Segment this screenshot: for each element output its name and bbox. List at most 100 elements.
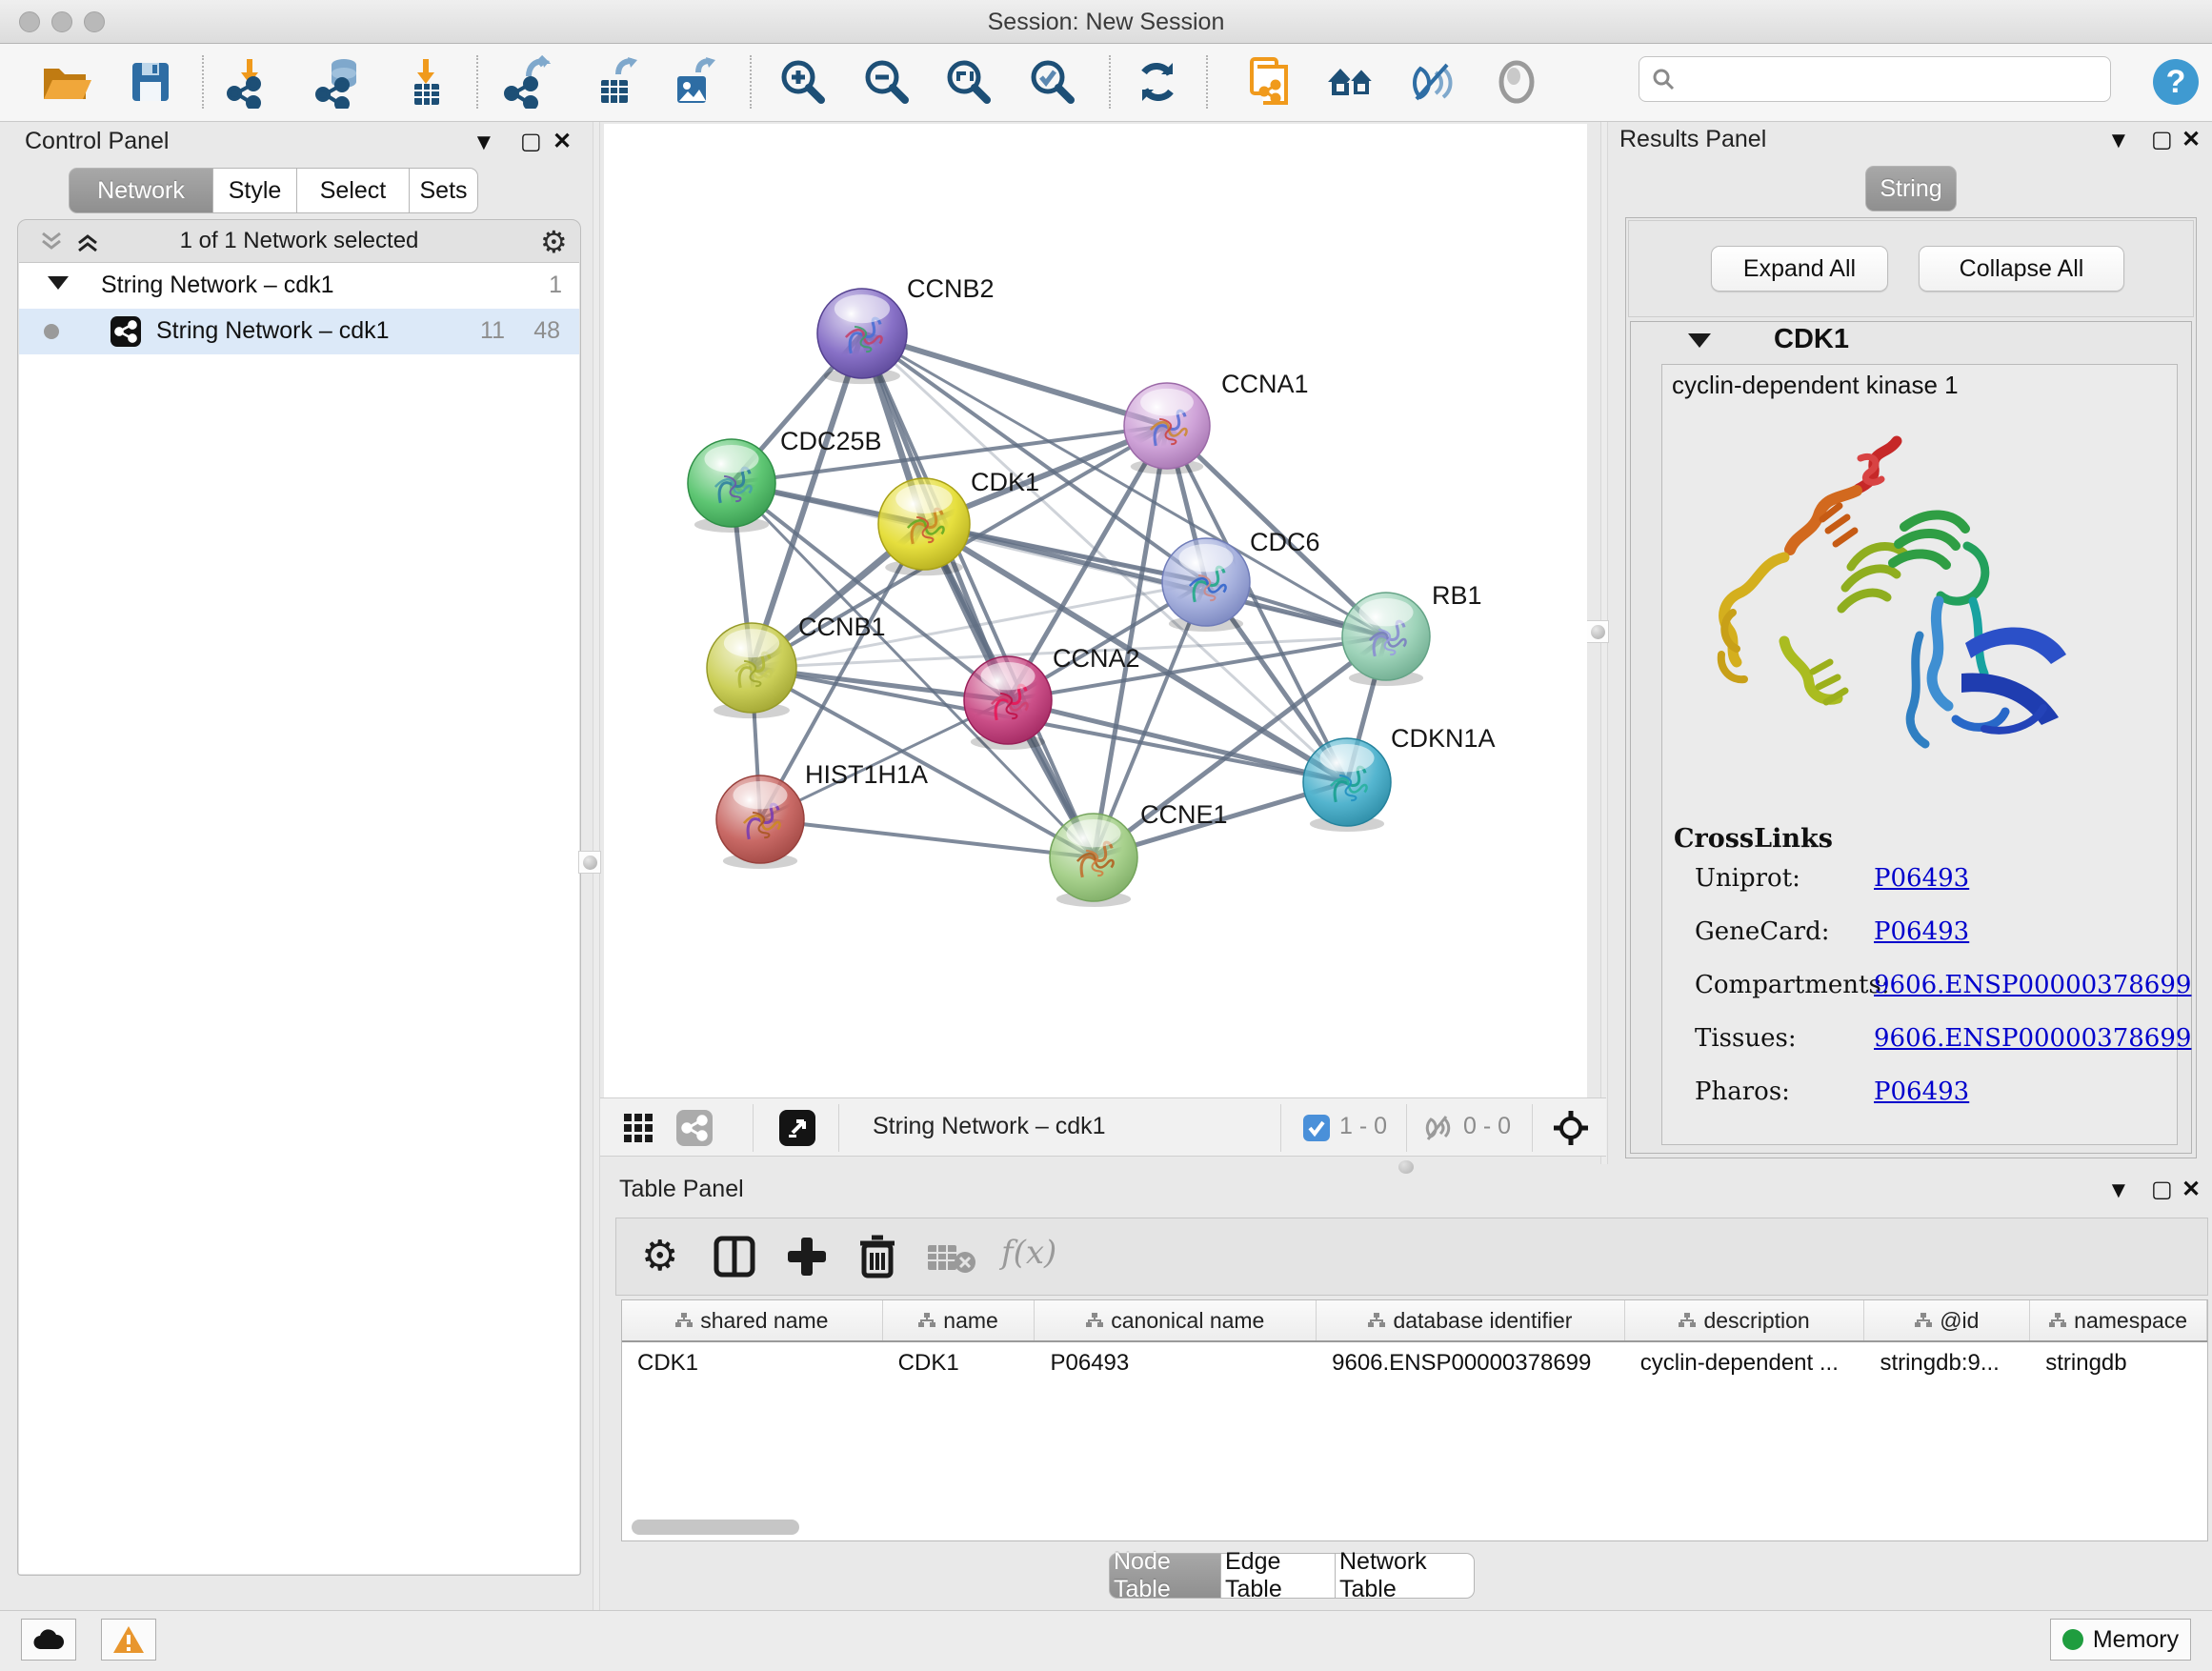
column-header-databaseidentifier[interactable]: database identifier — [1317, 1300, 1625, 1340]
table-cell[interactable]: 9606.ENSP00000378699 — [1317, 1342, 1625, 1384]
copy-network-file-icon[interactable] — [1238, 53, 1296, 111]
network-node-cdkn1a[interactable]: CDKN1A — [1303, 724, 1496, 832]
column-header-canonicalname[interactable]: canonical name — [1035, 1300, 1317, 1340]
open-session-icon[interactable] — [36, 53, 93, 111]
column-header-namespace[interactable]: namespace — [2030, 1300, 2207, 1340]
column-header-sharedname[interactable]: shared name — [622, 1300, 883, 1340]
zoom-fit-icon[interactable] — [939, 53, 996, 111]
tab-edge-table[interactable]: Edge Table — [1221, 1553, 1336, 1599]
zoom-selected-icon[interactable] — [1023, 53, 1080, 111]
table-cell[interactable]: stringdb:9... — [1864, 1342, 2030, 1384]
export-network-icon[interactable] — [498, 53, 555, 111]
network-node-cdk1[interactable]: CDK1 — [878, 468, 1039, 575]
table-hscrollbar[interactable] — [624, 1520, 2202, 1537]
tab-style[interactable]: Style — [213, 168, 297, 213]
crosslink-link[interactable]: P06493 — [1874, 1077, 1969, 1106]
tab-network[interactable]: Network — [69, 168, 213, 213]
show-columns-icon[interactable] — [714, 1236, 755, 1282]
delete-column-trash-icon[interactable] — [856, 1234, 898, 1284]
network-node-rb1[interactable]: RB1 — [1342, 581, 1482, 686]
selected-checkbox-icon[interactable] — [1303, 1115, 1330, 1146]
protein-collapse-icon[interactable] — [1688, 333, 1711, 348]
tab-sets[interactable]: Sets — [410, 168, 478, 213]
network-edge[interactable] — [862, 333, 1167, 426]
table-cell[interactable]: cyclin-dependent ... — [1625, 1342, 1865, 1384]
crosslink-link[interactable]: P06493 — [1874, 864, 1969, 893]
left-splitter-handle[interactable] — [578, 851, 601, 874]
column-header-id[interactable]: @id — [1864, 1300, 2030, 1340]
function-builder-icon[interactable]: f(x) — [1001, 1234, 1056, 1272]
network-canvas[interactable]: CCNB2CCNA1CDC25BCDK1CDC6RB1CCNB1CCNA2CDK… — [604, 124, 1587, 1097]
grid-view-icon[interactable] — [623, 1113, 654, 1148]
delete-table-icon[interactable] — [927, 1241, 976, 1280]
bottom-splitter-handle[interactable] — [1398, 1160, 1414, 1174]
import-table-file-icon[interactable] — [397, 53, 454, 111]
table-panel-float-icon[interactable]: ▢ — [2151, 1176, 2173, 1203]
table-panel-close-icon[interactable]: ✕ — [2182, 1176, 2201, 1203]
table-settings-gear-icon[interactable]: ⚙ — [641, 1232, 678, 1280]
export-image-icon[interactable] — [664, 53, 721, 111]
crosslink-link[interactable]: P06493 — [1874, 917, 1969, 946]
table-toolbar: ⚙ f(x) — [615, 1218, 2208, 1296]
network-graph[interactable]: CCNB2CCNA1CDC25BCDK1CDC6RB1CCNB1CCNA2CDK… — [604, 124, 1587, 1097]
network-node-cdc25b[interactable]: CDC25B — [688, 427, 882, 533]
column-header-description[interactable]: description — [1625, 1300, 1865, 1340]
save-session-icon[interactable] — [122, 53, 179, 111]
tab-node-table[interactable]: Node Table — [1109, 1553, 1221, 1599]
warning-button[interactable] — [101, 1619, 156, 1661]
birds-eye-view-icon[interactable] — [779, 1110, 815, 1151]
table-cell[interactable]: CDK1 — [622, 1342, 883, 1384]
create-column-plus-icon[interactable] — [786, 1236, 828, 1282]
search-box[interactable] — [1639, 56, 2111, 102]
right-splitter-handle[interactable] — [1586, 620, 1609, 643]
network-edge[interactable] — [760, 819, 1094, 857]
table-cell[interactable]: P06493 — [1035, 1342, 1317, 1384]
help-icon[interactable]: ? — [2147, 53, 2204, 111]
collection-expand-icon[interactable] — [48, 276, 69, 290]
import-network-database-icon[interactable] — [310, 53, 367, 111]
refresh-icon[interactable] — [1129, 53, 1186, 111]
network-share-view-icon[interactable] — [676, 1110, 713, 1151]
tab-select[interactable]: Select — [297, 168, 410, 213]
network-view-toolbar: String Network – cdk1 1 - 0 0 - 0 — [600, 1097, 1606, 1157]
crosslink-link[interactable]: 9606.ENSP00000378699 — [1874, 1024, 2191, 1053]
expand-all-button[interactable]: Expand All — [1711, 246, 1888, 292]
expand-all-chevron-icon[interactable] — [75, 232, 100, 252]
table-cell[interactable]: CDK1 — [883, 1342, 1036, 1384]
collapse-all-chevron-icon[interactable] — [39, 232, 64, 252]
right-splitter[interactable] — [1600, 122, 1608, 1164]
network-node-ccna1[interactable]: CCNA1 — [1124, 370, 1309, 474]
control-panel-close-icon[interactable]: ✕ — [553, 128, 572, 155]
table-row[interactable]: CDK1CDK1P064939606.ENSP00000378699cyclin… — [622, 1342, 2207, 1384]
string-home-icon[interactable] — [1322, 53, 1379, 111]
table-panel-menu-icon[interactable]: ▼ — [2107, 1178, 2130, 1204]
show-hide-glasses-icon[interactable] — [1405, 53, 1462, 111]
network-collection-row[interactable]: String Network – cdk1 1 — [19, 263, 579, 309]
results-panel-menu-icon[interactable]: ▼ — [2107, 128, 2130, 154]
control-panel-float-icon[interactable]: ▢ — [520, 128, 542, 155]
tab-string[interactable]: String — [1865, 166, 1957, 211]
eye-icon[interactable] — [1488, 53, 1545, 111]
results-panel-float-icon[interactable]: ▢ — [2151, 126, 2173, 153]
fit-selected-crosshair-icon[interactable] — [1553, 1110, 1589, 1151]
network-options-gear-icon[interactable]: ⚙ — [540, 224, 568, 260]
network-row[interactable]: String Network – cdk1 11 48 — [19, 309, 579, 354]
network-node-hist1h1a[interactable]: HIST1H1A — [716, 760, 928, 869]
collapse-all-button[interactable]: Collapse All — [1919, 246, 2124, 292]
column-header-name[interactable]: name — [883, 1300, 1036, 1340]
hidden-eye-slash-icon[interactable] — [1423, 1114, 1454, 1147]
tab-network-table[interactable]: Network Table — [1336, 1553, 1475, 1599]
main-toolbar: ? — [0, 44, 2212, 122]
results-panel-close-icon[interactable]: ✕ — [2182, 126, 2201, 153]
memory-button[interactable]: Memory — [2050, 1619, 2191, 1661]
search-input[interactable] — [1683, 66, 2110, 92]
zoom-in-icon[interactable] — [774, 53, 831, 111]
table-cell[interactable]: stringdb — [2030, 1342, 2207, 1384]
control-panel-menu-icon[interactable]: ▼ — [473, 130, 495, 156]
import-network-file-icon[interactable] — [221, 53, 278, 111]
crosslink-link[interactable]: 9606.ENSP00000378699 — [1874, 971, 2191, 999]
export-table-icon[interactable] — [586, 53, 643, 111]
zoom-out-icon[interactable] — [857, 53, 915, 111]
crosslink-row: Uniprot:P06493 — [1662, 864, 2177, 917]
cloud-button[interactable] — [21, 1619, 76, 1661]
